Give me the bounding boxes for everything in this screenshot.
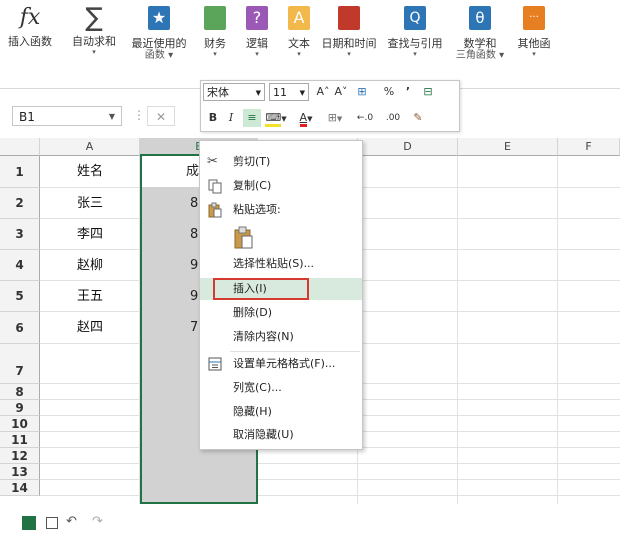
menu-unhide[interactable]: 取消隐藏(U): [200, 424, 362, 446]
save-icon[interactable]: [46, 517, 58, 529]
menu-format-cells[interactable]: 设置单元格格式(F)...: [200, 353, 362, 375]
format-cells-icon: [207, 356, 223, 372]
context-menu: ✂ 剪切(T) 复制(C) 粘贴选项: 选择性粘贴(S)... 插入(I) 删除…: [199, 140, 363, 450]
cell-a4[interactable]: 赵柳: [40, 250, 140, 281]
scissors-icon: ✂: [207, 154, 218, 169]
percent-style-icon[interactable]: %: [381, 83, 397, 101]
paste-icon: [207, 202, 223, 218]
cell-b6[interactable]: 7: [190, 312, 198, 344]
menu-paste-special[interactable]: 选择性粘贴(S)...: [200, 253, 362, 275]
quick-access-toolbar: ↶ ↷: [0, 514, 620, 534]
increase-decimal-icon[interactable]: ←.0: [351, 109, 379, 127]
formula-bar-separator: ⋮: [133, 108, 145, 122]
recently-used-button[interactable]: ★ 最近使用的 函数 ▾: [130, 4, 188, 61]
logical-button[interactable]: ? 逻辑 ▾: [240, 4, 274, 58]
cell-a1[interactable]: 姓名: [40, 156, 140, 188]
formulas-ribbon: fx 插入函数 ∑ 自动求和 ▾ ★ 最近使用的 函数 ▾ 财务 ▾ ? 逻辑 …: [0, 0, 620, 89]
lookup-reference-button[interactable]: Q 查找与引用 ▾: [384, 4, 446, 58]
menu-cut[interactable]: ✂ 剪切(T): [200, 151, 362, 173]
text-a-icon: A: [288, 6, 310, 30]
cell-a5[interactable]: 王五: [40, 281, 140, 312]
mini-toolbar: 宋体 ▼ 11 ▼ A˄ A˅ ⊞ % ’ ⊟ B I ≡ ⌨▼ A▼ ⊞▼ ←.0…: [200, 80, 460, 132]
autosum-sigma-icon: ∑: [85, 3, 103, 33]
math-theta-icon: θ: [469, 6, 491, 30]
decrease-decimal-icon[interactable]: .00: [381, 109, 405, 127]
cell-b1-value: 成: [186, 164, 200, 179]
recent-star-icon: ★: [148, 6, 170, 30]
cell-b4[interactable]: 9: [190, 250, 198, 281]
number-format-icon[interactable]: ⊞: [353, 83, 371, 101]
paste-option-button[interactable]: [232, 225, 258, 251]
paste-icon: [234, 226, 253, 249]
format-painter-icon[interactable]: ✎: [409, 109, 427, 127]
bold-button[interactable]: B: [205, 109, 221, 127]
increase-font-icon[interactable]: A˄: [315, 83, 331, 101]
font-size-select[interactable]: 11 ▼: [269, 83, 309, 101]
math-trig-button[interactable]: θ 数学和 三角函数 ▾: [452, 4, 508, 61]
date-time-button[interactable]: 日期和时间 ▾: [318, 4, 380, 58]
chevron-down-icon: ▼: [108, 112, 115, 121]
borders-icon[interactable]: ⊞▼: [323, 109, 347, 127]
fill-color-icon[interactable]: ⌨▼: [265, 109, 287, 127]
align-center-icon[interactable]: ≡: [243, 109, 261, 127]
cell-b2[interactable]: 8: [190, 188, 198, 219]
cell-b3[interactable]: 8: [190, 219, 198, 250]
financial-button[interactable]: 财务 ▾: [198, 4, 232, 58]
logical-question-icon: ?: [246, 6, 268, 30]
menu-hide[interactable]: 隐藏(H): [200, 401, 362, 423]
excel-icon: [22, 516, 36, 530]
more-functions-icon: ···: [523, 6, 545, 30]
more-functions-button[interactable]: ··· 其他函 ▾: [512, 4, 556, 58]
undo-icon[interactable]: ↶: [66, 514, 77, 529]
cell-a2[interactable]: 张三: [40, 188, 140, 219]
copy-icon: [207, 178, 223, 194]
menu-copy[interactable]: 复制(C): [200, 175, 362, 197]
highlight-box: [213, 278, 309, 300]
cancel-icon[interactable]: ✕: [147, 106, 175, 126]
menu-column-width[interactable]: 列宽(C)...: [200, 377, 362, 399]
menu-delete[interactable]: 删除(D): [200, 302, 362, 324]
merge-center-icon[interactable]: ⊟: [419, 83, 437, 101]
cell-a6[interactable]: 赵四: [40, 312, 140, 344]
cell-a3[interactable]: 李四: [40, 219, 140, 250]
comma-style-icon[interactable]: ’: [401, 83, 415, 101]
menu-separator: [230, 351, 360, 352]
redo-icon[interactable]: ↷: [92, 514, 103, 529]
cell-b5[interactable]: 9: [190, 281, 198, 312]
function-fx-icon: fx: [19, 5, 41, 30]
autosum-button[interactable]: ∑ 自动求和 ▾: [70, 4, 118, 56]
menu-paste-options: 粘贴选项:: [200, 199, 362, 221]
name-box[interactable]: B1 ▼: [12, 106, 122, 126]
italic-button[interactable]: I: [223, 109, 239, 127]
lookup-search-icon: Q: [404, 6, 426, 30]
chevron-down-icon: ▼: [299, 89, 305, 97]
font-color-icon[interactable]: A▼: [293, 109, 319, 127]
decrease-font-icon[interactable]: A˅: [333, 83, 349, 101]
calendar-icon: [338, 6, 360, 30]
font-name-select[interactable]: 宋体 ▼: [203, 83, 265, 101]
insert-function-button[interactable]: fx 插入函数: [8, 4, 52, 48]
text-button[interactable]: A 文本 ▾: [282, 4, 316, 58]
financial-book-icon: [204, 6, 226, 30]
chevron-down-icon: ▼: [255, 89, 261, 97]
menu-clear-contents[interactable]: 清除内容(N): [200, 326, 362, 348]
